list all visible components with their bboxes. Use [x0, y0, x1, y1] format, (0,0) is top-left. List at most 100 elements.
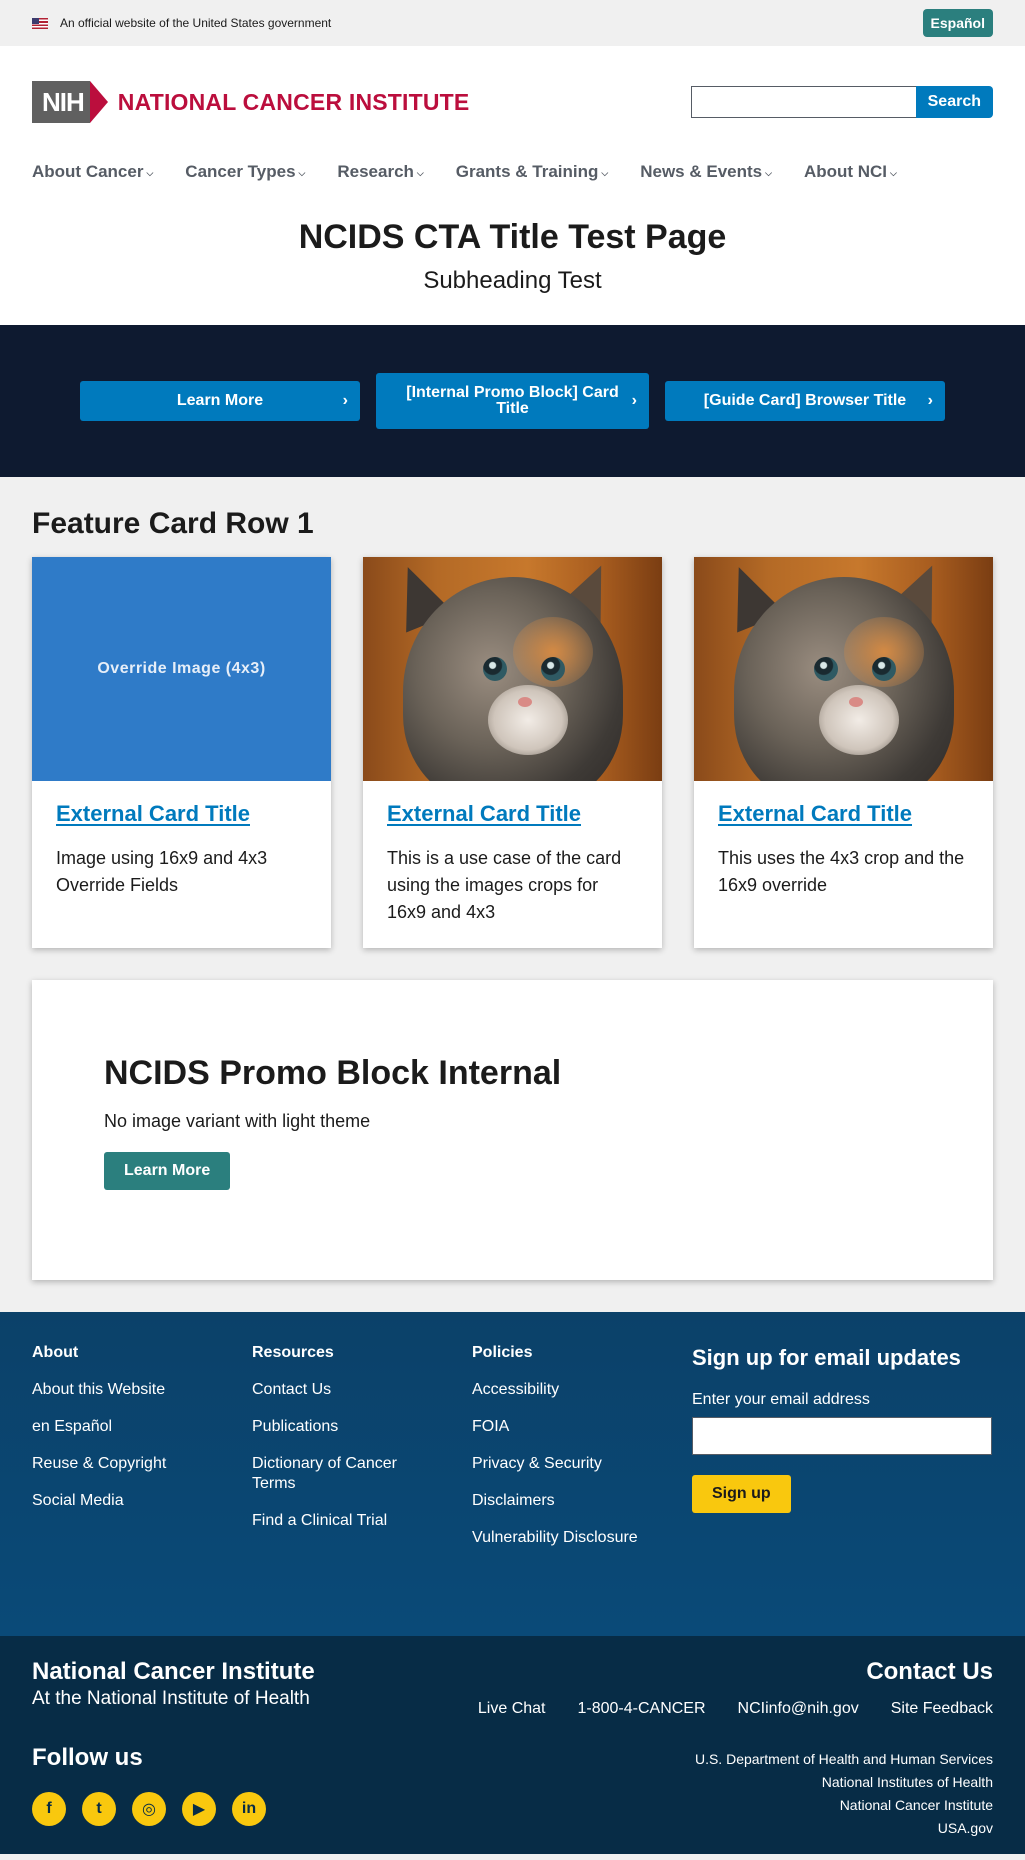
main-nav: About Cancer ⌵ Cancer Types ⌵ Research ⌵ Gr…: [0, 158, 1025, 200]
contact-link[interactable]: 1-800-4-CANCER: [577, 1700, 705, 1718]
footer-link[interactable]: Contact Us: [252, 1380, 472, 1400]
chevron-down-icon: ⌵: [298, 167, 306, 178]
chevron-right-icon: ›: [631, 392, 637, 409]
cta-label: [Internal Promo Block] Card Title: [406, 384, 619, 417]
card-title-link[interactable]: External Card Title: [56, 801, 250, 826]
footer-link[interactable]: Social Media: [32, 1491, 252, 1511]
nav-item-research[interactable]: Research ⌵: [337, 162, 423, 182]
feature-card[interactable]: Override Image (4x3) External Card Title…: [32, 557, 331, 948]
footer-link[interactable]: About this Website: [32, 1380, 252, 1400]
cta-label: Learn More: [176, 392, 264, 409]
footer-link[interactable]: Dictionary of Cancer Terms: [252, 1454, 422, 1494]
follow-us-heading: Follow us: [32, 1744, 143, 1771]
footer-col-heading: About: [32, 1344, 79, 1361]
page-title: NCIDS CTA Title Test Page: [298, 218, 727, 256]
nih-logo-mark: NIH: [32, 81, 108, 123]
nav-item-news-events[interactable]: News & Events ⌵: [640, 162, 772, 182]
gov-banner-left: An official website of the United States…: [32, 16, 331, 30]
cta-guide-card-button[interactable]: [Guide Card] Browser Title ›: [665, 381, 945, 421]
nav-item-label: About Cancer: [32, 162, 144, 181]
kitten-nose: [518, 697, 532, 707]
footer-institute-block: National Cancer Institute At the Nationa…: [32, 1658, 315, 1854]
promo-title: NCIDS Promo Block Internal: [104, 1054, 562, 1092]
nav-item-grants-training[interactable]: Grants & Training ⌵: [456, 162, 608, 182]
footer-col-resources: Resources Contact Us Publications Dictio…: [252, 1344, 472, 1636]
page-heading: NCIDS CTA Title Test Page Subheading Tes…: [0, 200, 1025, 325]
feature-card-row: Feature Card Row 1 Override Image (4x3) …: [0, 477, 1025, 980]
footer-link[interactable]: Reuse & Copyright: [32, 1454, 252, 1474]
institute-name: NATIONAL CANCER INSTITUTE: [117, 88, 470, 115]
contact-link[interactable]: Live Chat: [478, 1700, 546, 1718]
promo-block: NCIDS Promo Block Internal No image vari…: [32, 980, 993, 1280]
espanol-button[interactable]: Español: [922, 9, 993, 37]
footer-institute-sub: At the National Institute of Health: [32, 1688, 310, 1709]
nci-logo[interactable]: NIH NATIONAL CANCER INSTITUTE: [32, 81, 469, 123]
cta-label: [Guide Card] Browser Title: [703, 392, 907, 409]
agency-link[interactable]: National Cancer Institute: [478, 1794, 993, 1817]
feature-row-title: Feature Card Row 1: [32, 507, 314, 540]
email-signup: Sign up for email updates Enter your ema…: [692, 1344, 992, 1636]
email-field[interactable]: [692, 1417, 992, 1455]
footer-link[interactable]: Publications: [252, 1417, 472, 1437]
contact-links: Live Chat 1-800-4-CANCER NCIinfo@nih.gov…: [478, 1700, 993, 1718]
search-button[interactable]: Search: [915, 86, 993, 118]
footer-contact-block: Contact Us Live Chat 1-800-4-CANCER NCIi…: [478, 1658, 993, 1854]
twitter-icon[interactable]: t: [82, 1792, 116, 1826]
kitten-eye: [814, 657, 838, 681]
kitten-image: [694, 557, 993, 781]
promo-text: No image variant with light theme: [104, 1111, 371, 1131]
youtube-icon[interactable]: ▶: [182, 1792, 216, 1826]
search-input[interactable]: [690, 86, 916, 118]
nav-item-about-cancer[interactable]: About Cancer ⌵: [32, 162, 153, 182]
footer-link[interactable]: FOIA: [472, 1417, 692, 1437]
feature-card[interactable]: External Card Title This is a use case o…: [363, 557, 662, 948]
agency-link[interactable]: USA.gov: [478, 1817, 993, 1840]
footer-link[interactable]: Find a Clinical Trial: [252, 1511, 472, 1531]
footer-primary: About About this Website en Español Reus…: [0, 1312, 1025, 1636]
kitten-eye: [541, 657, 565, 681]
override-image-text: Override Image (4x3): [97, 660, 266, 677]
footer-link[interactable]: Accessibility: [472, 1380, 692, 1400]
us-flag-icon: [32, 17, 48, 29]
promo-learn-more-button[interactable]: Learn More: [104, 1152, 231, 1190]
cta-promo-block-button[interactable]: [Internal Promo Block] Card Title ›: [376, 373, 649, 429]
footer-link[interactable]: Disclaimers: [472, 1491, 692, 1511]
signup-label: Enter your email address: [692, 1391, 870, 1408]
contact-link[interactable]: Site Feedback: [891, 1700, 993, 1718]
kitten-image: [363, 557, 662, 781]
feature-card[interactable]: External Card Title This uses the 4x3 cr…: [694, 557, 993, 948]
contact-us-heading: Contact Us: [866, 1658, 993, 1685]
card-image-placeholder: Override Image (4x3): [32, 557, 331, 781]
footer-secondary: National Cancer Institute At the Nationa…: [0, 1636, 1025, 1854]
card-body: External Card Title Image using 16x9 and…: [32, 781, 331, 919]
card-description: This is a use case of the card using the…: [387, 848, 622, 922]
footer-link[interactable]: en Español: [32, 1417, 252, 1437]
kitten-nose: [849, 697, 863, 707]
agency-link[interactable]: U.S. Department of Health and Human Serv…: [478, 1748, 993, 1771]
cta-learn-more-button[interactable]: Learn More ›: [80, 381, 360, 421]
linkedin-icon[interactable]: in: [232, 1792, 266, 1826]
footer-col-heading: Policies: [472, 1344, 533, 1361]
nav-item-label: Research: [337, 162, 414, 181]
footer-link[interactable]: Privacy & Security: [472, 1454, 692, 1474]
card-body: External Card Title This uses the 4x3 cr…: [694, 781, 993, 919]
chevron-right-icon: ›: [927, 392, 933, 409]
agency-link[interactable]: National Institutes of Health: [478, 1771, 993, 1794]
footer-institute-name: National Cancer Institute: [32, 1658, 315, 1685]
card-title-link[interactable]: External Card Title: [718, 801, 912, 826]
chevron-down-icon: ⌵: [890, 167, 897, 178]
instagram-icon[interactable]: ◎: [132, 1792, 166, 1826]
card-description: Image using 16x9 and 4x3 Override Fields: [56, 848, 268, 895]
nav-item-label: Cancer Types: [185, 162, 296, 181]
kitten-muzzle: [819, 685, 899, 755]
page-subtitle: Subheading Test: [423, 267, 602, 294]
facebook-icon[interactable]: f: [32, 1792, 66, 1826]
nav-item-about-nci[interactable]: About NCI ⌵: [804, 162, 897, 182]
contact-link[interactable]: NCIinfo@nih.gov: [738, 1700, 859, 1718]
site-search: Search: [690, 86, 993, 118]
kitten-muzzle: [488, 685, 568, 755]
card-title-link[interactable]: External Card Title: [387, 801, 581, 826]
nav-item-cancer-types[interactable]: Cancer Types ⌵: [185, 162, 305, 182]
footer-link[interactable]: Vulnerability Disclosure: [472, 1528, 692, 1548]
signup-button[interactable]: Sign up: [692, 1475, 791, 1513]
